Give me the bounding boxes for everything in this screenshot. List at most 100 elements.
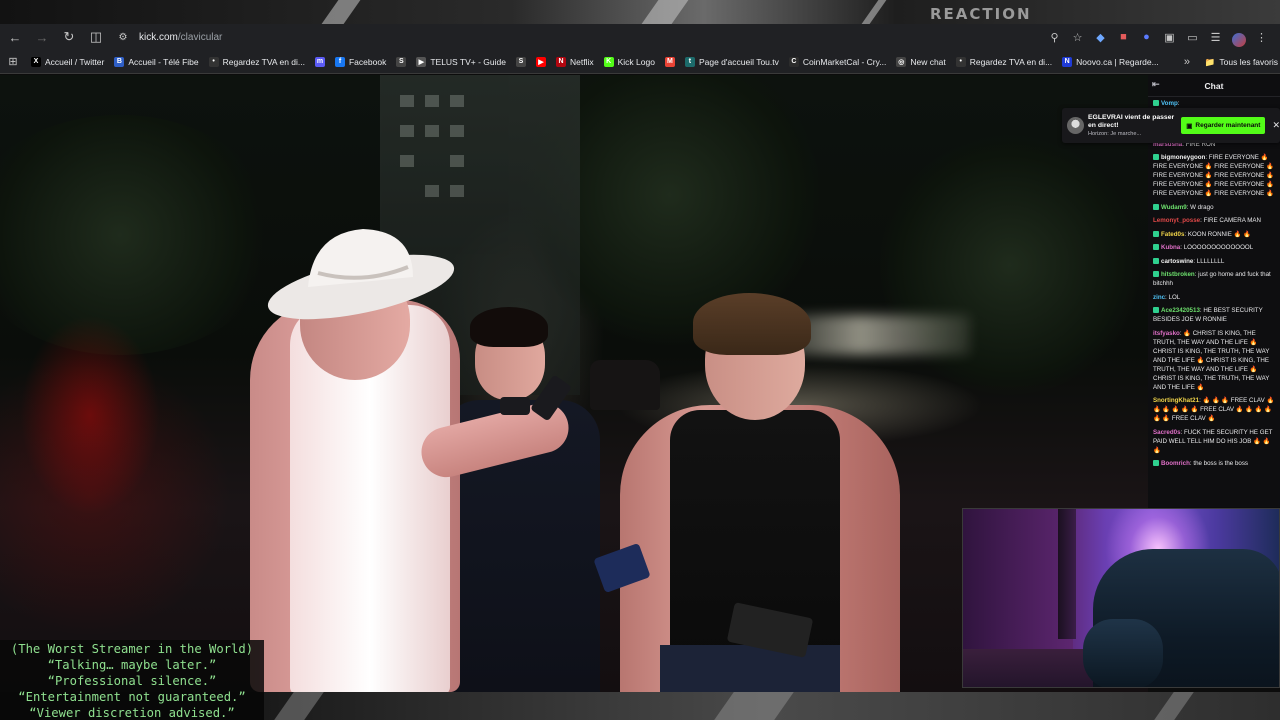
bookmark-label: Regardez TVA en di... <box>969 56 1053 67</box>
back-icon[interactable]: ← <box>3 25 27 49</box>
quotes-overlay: (The Worst Streamer in the World) “Talki… <box>0 640 264 720</box>
chat-username[interactable]: itsfyasko <box>1153 330 1180 337</box>
telus-icon: ▶ <box>416 56 427 67</box>
stream-overlay-bottom <box>264 692 1280 720</box>
chat-messages: Vomp: jonstim: KICK DRAGOromobrom0: why … <box>1148 97 1280 468</box>
toolbar-actions: ⚲ ☆ ◆ ■ ● ▣ ▭ ☰ ⋮ <box>1046 25 1270 49</box>
bookmark-item[interactable]: S <box>391 50 411 73</box>
chat-username[interactable]: Fated0s <box>1161 231 1184 238</box>
media-icon[interactable]: ☰ <box>1207 25 1224 49</box>
quote-line: “Entertainment not guaranteed.” <box>18 690 246 704</box>
chat-message: Boomrich: the boss is the boss <box>1153 459 1277 468</box>
person-right-jeans <box>660 645 840 692</box>
search-icon[interactable]: ⚲ <box>1046 25 1063 49</box>
apps-grid-icon[interactable]: ⊞ <box>0 55 26 68</box>
tva-icon: • <box>955 56 966 67</box>
bookmark-item[interactable]: B Accueil - Télé Fibe <box>109 50 203 73</box>
chat-username[interactable]: cartoswine <box>1161 258 1193 265</box>
chat-text: 🔥 CHRIST IS KING, THE TRUTH, THE WAY AND… <box>1153 329 1270 391</box>
extension-icon[interactable]: ■ <box>1115 25 1132 49</box>
bookmark-item[interactable]: N Netflix <box>551 50 599 73</box>
chat-message: Ace23420513: HE BEST SECURITY BESIDES JO… <box>1153 307 1263 323</box>
chat-username[interactable]: hitstbroken <box>1161 271 1195 278</box>
subscriber-badge-icon <box>1153 203 1159 210</box>
close-icon[interactable]: ✕ <box>1272 120 1280 131</box>
chat-message: itsfyasko: 🔥 CHRIST IS KING, THE TRUTH, … <box>1153 329 1270 391</box>
bookmark-item[interactable]: K Kick Logo <box>599 50 660 73</box>
chat-username[interactable]: Wudam9 <box>1161 204 1187 211</box>
bookmark-item[interactable]: • Regardez TVA en di... <box>951 50 1057 73</box>
quote-line: (The Worst Streamer in the World) <box>10 642 254 656</box>
kick-icon: K <box>603 56 614 67</box>
chat-username[interactable]: zinc <box>1153 294 1165 301</box>
address-bar[interactable]: kick.com/clavicular <box>139 26 222 48</box>
bookmark-item[interactable]: S <box>511 50 531 73</box>
bookmark-label: Accueil / Twitter <box>45 56 105 67</box>
chat-username[interactable]: Lemonyt_posse <box>1153 217 1200 224</box>
notification-subtitle: Horizon: Je marche... <box>1088 130 1142 137</box>
s-icon: S <box>396 56 407 67</box>
sidebar-icon[interactable]: ◫ <box>84 25 108 49</box>
toutv-icon: t <box>684 56 695 67</box>
quote-line: “Talking… maybe later.” <box>47 658 217 672</box>
subscriber-badge-icon <box>1153 244 1159 250</box>
chat-username[interactable]: bigmoneygoon <box>1161 154 1205 161</box>
overlay-brand-text: REACTION <box>930 5 1032 23</box>
watch-now-button[interactable]: ▣ Regarder maintenant <box>1181 117 1266 134</box>
chat-message: zinc: LOL <box>1153 293 1181 301</box>
all-bookmarks-button[interactable]: 📁 Tous les favoris <box>1198 50 1278 73</box>
chat-text: W drago <box>1190 203 1214 211</box>
background-tree <box>880 135 1140 395</box>
chat-message: hitstbroken: just go home and fuck that … <box>1153 271 1271 287</box>
bookmark-item[interactable]: N Noovo.ca | Regarde... <box>1057 50 1164 73</box>
tva-icon: • <box>208 56 219 67</box>
chat-message: Kubna: LOOOOOOOOOOOOOL <box>1153 243 1277 252</box>
chat-title: Chat <box>1204 80 1224 91</box>
bookmark-item[interactable]: t Page d'accueil Tou.tv <box>680 50 784 73</box>
chat-username[interactable]: Ace23420513 <box>1161 307 1200 314</box>
menu-icon[interactable]: ⋮ <box>1253 25 1270 49</box>
quote-line: “Professional silence.” <box>47 674 217 688</box>
extension-icon[interactable]: ● <box>1138 25 1155 49</box>
chat-username[interactable]: Sacred0s <box>1153 429 1181 436</box>
chat-text: KOON RONNIE 🔥 🔥 <box>1187 230 1251 238</box>
puzzle-icon[interactable]: ▣ <box>1161 25 1178 49</box>
forward-icon[interactable]: → <box>30 25 54 49</box>
cast-icon[interactable]: ▭ <box>1184 25 1201 49</box>
subscriber-badge-icon <box>1153 257 1159 264</box>
live-notification: EGLEVRAI vient de passer en direct! Hori… <box>1062 108 1280 143</box>
bookmark-item[interactable]: ▶ <box>531 50 551 73</box>
extension-icon[interactable]: ◆ <box>1092 25 1109 49</box>
bookmark-label: Page d'accueil Tou.tv <box>698 56 779 67</box>
star-icon[interactable]: ☆ <box>1069 25 1086 49</box>
chat-username[interactable]: Vomp <box>1161 100 1178 107</box>
quote-line: “Viewer discretion advised.” <box>29 706 235 720</box>
collapse-chat-icon[interactable]: ⇤ <box>1152 79 1160 90</box>
bookmark-item[interactable]: f Facebook <box>330 50 391 73</box>
chat-username[interactable]: SnortingKhat21 <box>1153 397 1199 404</box>
bookmark-item[interactable]: C CoinMarketCal - Cry... <box>784 50 891 73</box>
bookmark-item[interactable]: M <box>660 50 680 73</box>
webcam-overlay <box>962 508 1280 688</box>
bookmark-label: Accueil - Télé Fibe <box>128 56 199 67</box>
more-bookmarks-icon[interactable]: » <box>1184 50 1190 73</box>
chat-username[interactable]: Boomrich <box>1161 460 1190 467</box>
watch-now-label: Regarder maintenant <box>1195 122 1261 129</box>
bookmark-label: New chat <box>910 56 946 67</box>
bookmark-item[interactable]: X Accueil / Twitter <box>26 50 109 73</box>
chat-text: LOOOOOOOOOOOOOL <box>1183 244 1254 251</box>
profile-icon[interactable] <box>1230 25 1247 49</box>
site-info-icon[interactable]: ⚙ <box>111 25 135 49</box>
bookmark-item[interactable]: ▶ TELUS TV+ - Guide <box>411 50 511 73</box>
chat-username[interactable]: Kubna <box>1161 244 1180 251</box>
bookmark-item[interactable]: • Regardez TVA en di... <box>204 50 310 73</box>
bookmark-label: Kick Logo <box>617 56 655 67</box>
phone <box>500 397 530 415</box>
chat-message: Vomp: <box>1153 99 1277 108</box>
subscriber-badge-icon <box>1153 307 1159 313</box>
tv-icon: ▣ <box>1186 122 1193 130</box>
all-bookmarks-label: Tous les favoris <box>1219 57 1278 67</box>
bookmark-item[interactable]: ◎ New chat <box>891 50 950 73</box>
bookmark-item[interactable]: m <box>310 50 330 73</box>
reload-icon[interactable]: ↻ <box>57 25 81 49</box>
